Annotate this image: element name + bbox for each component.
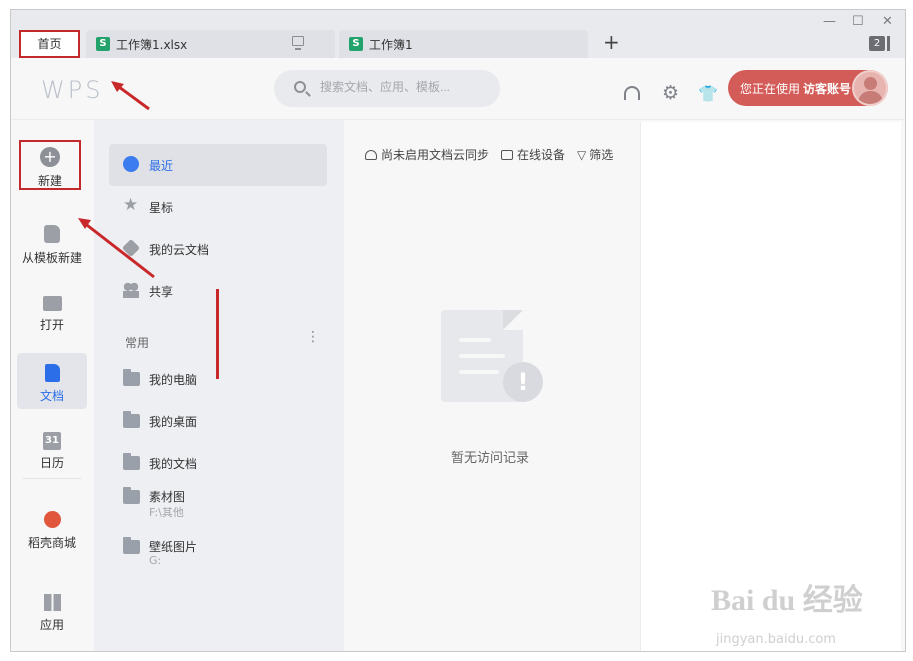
baidu-watermark: Bai du 经验 <box>711 584 863 617</box>
annotation-arrow-template <box>82 220 155 279</box>
wps-window: — ☐ ✕ 首页 S 工作簿1.xlsx S 工作簿1 + 2 WPS ⚙ 👕 … <box>10 9 906 652</box>
annotation-arrows <box>78 81 155 279</box>
baidu-watermark-url: jingyan.baidu.com <box>716 632 836 647</box>
